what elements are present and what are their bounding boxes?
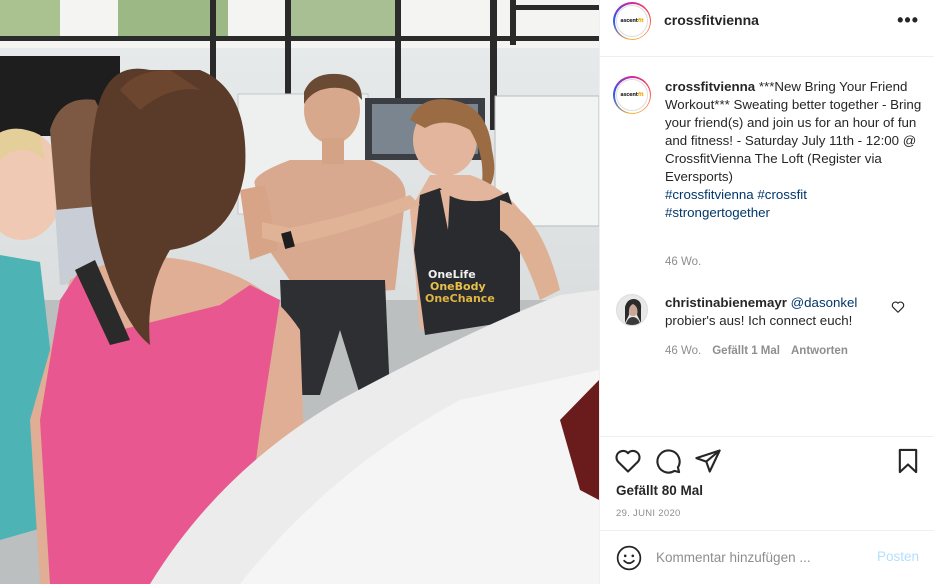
comment-icon[interactable]	[654, 447, 682, 475]
add-comment-bar: Posten	[600, 530, 934, 584]
caption-username[interactable]: crossfitvienna	[665, 79, 755, 94]
hashtag-link[interactable]: #strongertogether	[665, 205, 770, 220]
header-username[interactable]: crossfitvienna	[664, 12, 759, 28]
caption-text: crossfitvienna ***New Bring Your Friend …	[665, 78, 923, 222]
comment-mention[interactable]: @dasonkel	[791, 295, 858, 310]
caption-body: ***New Bring Your Friend Workout*** Swea…	[665, 79, 922, 184]
post-date[interactable]: 29. JUNI 2020	[616, 508, 681, 519]
post-comment-button[interactable]: Posten	[877, 549, 919, 564]
caption-timestamp[interactable]: 46 Wo.	[665, 256, 701, 268]
gym-photo-illustration: OneLife OneBody OneChance	[0, 0, 599, 584]
avatar-logo: ascentfit	[620, 92, 643, 98]
logo-suffix: fit	[637, 92, 644, 98]
comment-username[interactable]: christinabienemayr	[665, 295, 787, 310]
avatar-logo: ascentfit	[620, 18, 643, 24]
post-side-panel: ascentfit crossfitvienna ••• ascentfit c…	[599, 0, 934, 584]
comment-input[interactable]	[656, 546, 856, 568]
commenter-avatar[interactable]	[616, 294, 648, 326]
heart-icon[interactable]	[614, 447, 642, 475]
profile-avatar[interactable]: ascentfit	[613, 2, 651, 40]
more-options-icon[interactable]: •••	[897, 10, 919, 31]
caption-avatar[interactable]: ascentfit	[613, 76, 651, 114]
reply-button[interactable]: Antworten	[791, 345, 848, 357]
comment-meta: 46 Wo. Gefällt 1 Mal Antworten	[665, 345, 848, 357]
logo-prefix: ascent	[620, 18, 638, 24]
share-icon[interactable]	[694, 447, 722, 475]
comment-body: probier's aus! Ich connect euch!	[665, 313, 853, 328]
post-photo[interactable]: OneLife OneBody OneChance	[0, 0, 599, 584]
likes-count[interactable]: Gefällt 80 Mal	[616, 483, 703, 498]
logo-prefix: ascent	[620, 92, 638, 98]
emoji-icon[interactable]	[616, 545, 642, 571]
logo-suffix: fit	[637, 18, 644, 24]
commenter-avatar-image	[617, 295, 647, 325]
shirt-print-line-3: OneChance	[425, 292, 495, 305]
hashtag-link[interactable]: #crossfitvienna	[665, 187, 754, 202]
comment-likes[interactable]: Gefällt 1 Mal	[712, 345, 780, 357]
comment-timestamp[interactable]: 46 Wo.	[665, 345, 701, 357]
comment-like-heart-icon[interactable]	[891, 300, 905, 314]
comment-text: christinabienemayr @dasonkel probier's a…	[665, 294, 895, 330]
bookmark-icon[interactable]	[894, 447, 922, 475]
hashtag-link[interactable]: #crossfit	[757, 187, 807, 202]
post-header: ascentfit crossfitvienna •••	[600, 0, 934, 57]
